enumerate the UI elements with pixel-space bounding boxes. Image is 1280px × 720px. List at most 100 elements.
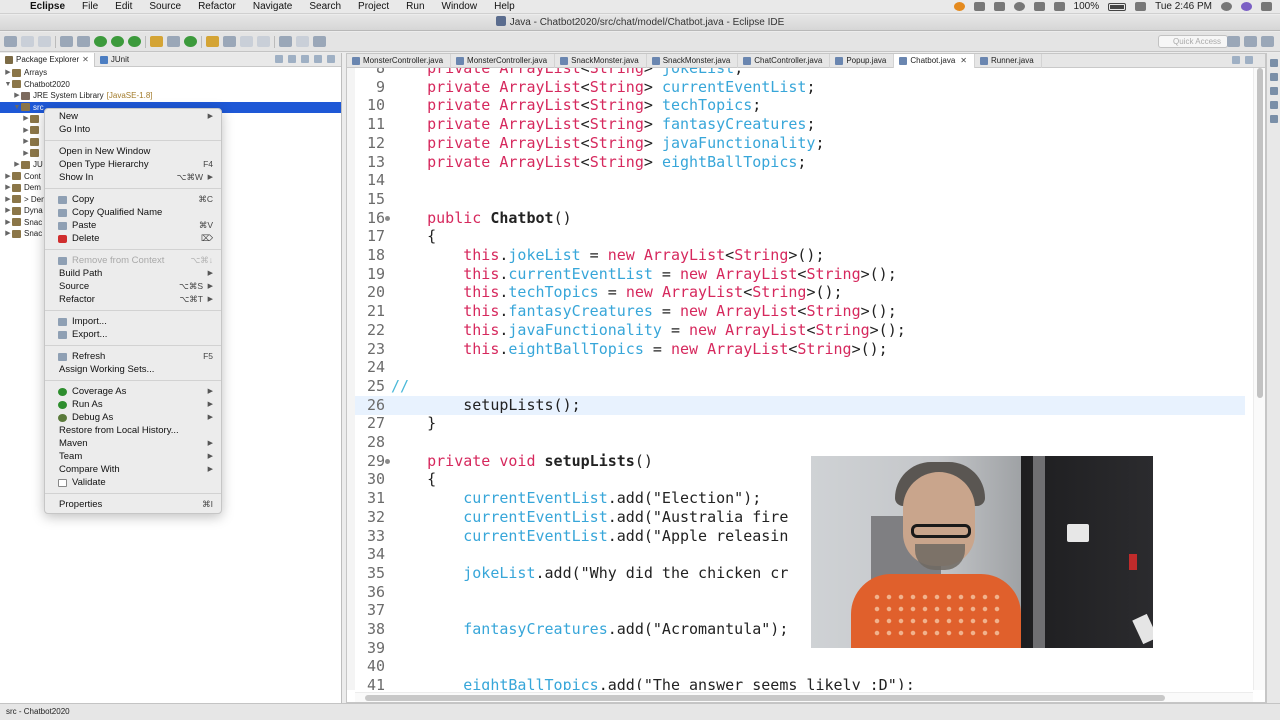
menu-item-restore-from-local-history[interactable]: Restore from Local History... — [45, 424, 221, 437]
menu-item-copy[interactable]: Copy ⌘C — [45, 193, 221, 206]
close-icon[interactable]: ✕ — [82, 53, 89, 67]
collapsed-arrow-icon[interactable]: ▶ — [4, 67, 12, 79]
code-line[interactable]: 22 this.javaFunctionality = new ArrayLis… — [355, 321, 1245, 340]
collapsed-arrow-icon[interactable]: ▶ — [4, 217, 12, 229]
editor-tab[interactable]: SnackMonster.java — [647, 53, 739, 68]
search-icon[interactable] — [223, 36, 236, 47]
menu-item-assign-working-sets[interactable]: Assign Working Sets... — [45, 363, 221, 376]
menu-app-eclipse[interactable]: Eclipse — [30, 1, 65, 12]
back-icon[interactable] — [279, 36, 292, 47]
editor-tab[interactable]: SnackMonster.java — [555, 53, 647, 68]
coverage-icon[interactable] — [111, 36, 124, 47]
menu-run[interactable]: Run — [406, 1, 424, 12]
code-line[interactable]: 23 this.eightBallTopics = new ArrayList<… — [355, 340, 1245, 359]
code-line[interactable]: 14 — [355, 171, 1245, 190]
tab-junit[interactable]: JUnit — [95, 53, 134, 67]
menu-item-coverage-as[interactable]: Coverage As ▶ — [45, 385, 221, 398]
scroll-thumb[interactable] — [365, 695, 1165, 701]
debug-perspective-icon[interactable] — [1261, 36, 1274, 47]
code-line[interactable]: 26 setupLists(); — [355, 395, 1245, 415]
fold-marker-icon[interactable] — [385, 215, 390, 221]
collapsed-arrow-icon[interactable]: ▶ — [4, 194, 12, 206]
code-line[interactable]: 24 — [355, 358, 1245, 377]
code-line[interactable]: 20 this.techTopics = new ArrayList<Strin… — [355, 283, 1245, 302]
tree-item[interactable]: ▶ JRE System Library [JavaSE-1.8] — [0, 90, 341, 102]
code-line[interactable]: 15 — [355, 190, 1245, 209]
tree-item[interactable]: ▶ Arrays — [0, 67, 341, 79]
menu-window[interactable]: Window — [442, 1, 478, 12]
code-line[interactable]: 9 private ArrayList<String> currentEvent… — [355, 78, 1245, 97]
code-line[interactable]: 40 — [355, 657, 1245, 676]
spotlight-search-icon[interactable] — [1221, 2, 1232, 11]
code-line[interactable]: 27 } — [355, 414, 1245, 433]
menu-item-compare-with[interactable]: Compare With ▶ — [45, 463, 221, 476]
editor-tab[interactable]: Popup.java — [830, 53, 895, 68]
menu-item-source[interactable]: Source ⌥⌘S ▶ — [45, 280, 221, 293]
code-line[interactable]: 19 this.currentEventList = new ArrayList… — [355, 265, 1245, 284]
editor-tab[interactable]: Runner.java — [975, 53, 1042, 68]
menu-edit[interactable]: Edit — [115, 1, 132, 12]
pin-editor-icon[interactable] — [313, 36, 326, 47]
menu-item-open-type-hierarchy[interactable]: Open Type Hierarchy F4 — [45, 158, 221, 171]
menu-item-copy-qualified-name[interactable]: Copy Qualified Name — [45, 206, 221, 219]
close-icon[interactable]: ✕ — [960, 54, 967, 68]
menu-project[interactable]: Project — [358, 1, 389, 12]
collapsed-arrow-icon[interactable]: ▶ — [22, 113, 30, 125]
code-line[interactable]: 12 private ArrayList<String> javaFunctio… — [355, 134, 1245, 153]
open-perspective-icon[interactable] — [1227, 36, 1240, 47]
quick-access-input[interactable]: Quick Access — [1158, 35, 1228, 48]
minimize-icon[interactable] — [1232, 56, 1240, 64]
siri-icon[interactable] — [1241, 2, 1252, 11]
menu-item-run-as[interactable]: Run As ▶ — [45, 398, 221, 411]
menu-item-maven[interactable]: Maven ▶ — [45, 437, 221, 450]
collapsed-arrow-icon[interactable]: ▶ — [4, 171, 12, 183]
menu-navigate[interactable]: Navigate — [253, 1, 292, 12]
annotation-next-icon[interactable] — [240, 36, 253, 47]
external-tools-icon[interactable] — [128, 36, 141, 47]
code-line[interactable]: 11 private ArrayList<String> fantasyCrea… — [355, 115, 1245, 134]
menu-help[interactable]: Help — [494, 1, 515, 12]
menu-item-new[interactable]: New ▶ — [45, 110, 221, 123]
task-list-icon[interactable] — [1270, 73, 1278, 81]
java-perspective-icon[interactable] — [1244, 36, 1257, 47]
code-line[interactable]: 16 public Chatbot() — [355, 209, 1245, 228]
horizontal-scrollbar[interactable] — [355, 692, 1253, 702]
editor-tab[interactable]: Chatbot.java ✕ — [894, 53, 975, 68]
editor-tab[interactable]: ChatController.java — [738, 53, 831, 68]
editor-tab[interactable]: MonsterController.java — [451, 53, 556, 68]
menu-item-paste[interactable]: Paste ⌘V — [45, 219, 221, 232]
screen-record-icon[interactable] — [973, 2, 985, 11]
expanded-arrow-icon[interactable]: ▼ — [13, 102, 21, 114]
code-line[interactable]: 10 private ArrayList<String> techTopics; — [355, 96, 1245, 115]
code-line[interactable]: 18 this.jokeList = new ArrayList<String>… — [355, 246, 1245, 265]
vertical-scrollbar[interactable] — [1253, 68, 1265, 690]
minimize-icon[interactable] — [314, 55, 322, 63]
skip-breakpoints-icon[interactable] — [60, 36, 73, 47]
view-menu-icon[interactable] — [301, 55, 309, 63]
problems-icon[interactable] — [1270, 87, 1278, 95]
notification-icon[interactable] — [953, 2, 965, 11]
maximize-icon[interactable] — [327, 55, 335, 63]
volume-icon[interactable] — [1053, 2, 1065, 11]
annotation-prev-icon[interactable] — [257, 36, 270, 47]
menu-item-build-path[interactable]: Build Path ▶ — [45, 267, 221, 280]
menu-item-show-in[interactable]: Show In ⌥⌘W ▶ — [45, 171, 221, 184]
code-line[interactable]: 21 this.fantasyCreatures = new ArrayList… — [355, 302, 1245, 321]
dropbox-icon[interactable] — [993, 2, 1005, 11]
save-all-icon[interactable] — [38, 36, 51, 47]
code-line[interactable]: 41 eightBallTopics.add("The answer seems… — [355, 676, 1245, 690]
menu-item-go-into[interactable]: Go Into — [45, 123, 221, 136]
tree-item[interactable]: ▼ Chatbot2020 — [0, 79, 341, 91]
menu-item-debug-as[interactable]: Debug As ▶ — [45, 411, 221, 424]
declaration-icon[interactable] — [1270, 115, 1278, 123]
airplay-icon[interactable] — [1033, 2, 1045, 11]
collapsed-arrow-icon[interactable]: ▶ — [13, 159, 21, 171]
link-with-editor-icon[interactable] — [288, 55, 296, 63]
save-icon[interactable] — [21, 36, 34, 47]
scroll-thumb[interactable] — [1257, 68, 1263, 398]
forward-icon[interactable] — [296, 36, 309, 47]
maximize-icon[interactable] — [1245, 56, 1253, 64]
javadoc-icon[interactable] — [1270, 101, 1278, 109]
menu-item-refresh[interactable]: Refresh F5 — [45, 350, 221, 363]
wifi-icon[interactable] — [1013, 2, 1025, 11]
